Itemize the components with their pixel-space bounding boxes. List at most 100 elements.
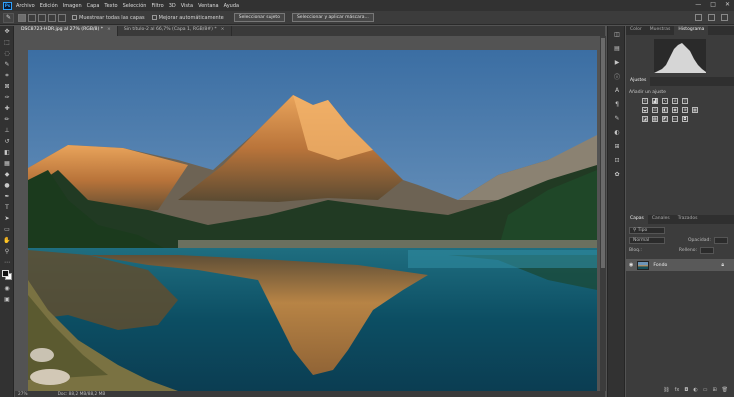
menu-ventana[interactable]: Ventana xyxy=(198,3,219,9)
levels-icon[interactable]: ▟ xyxy=(652,98,658,104)
scroll-thumb[interactable] xyxy=(601,38,605,268)
select-subject-button[interactable]: Seleccionar sujeto xyxy=(233,13,285,22)
eyedropper-tool-icon[interactable]: ✑ xyxy=(2,93,12,102)
gradient-tool-icon[interactable]: ▦ xyxy=(2,159,12,168)
menu-filtro[interactable]: Filtro xyxy=(151,3,163,9)
adjustments-icon[interactable]: ◐ xyxy=(612,128,622,137)
new-adjustment-icon[interactable]: ◐ xyxy=(693,387,697,393)
gradient-map-icon[interactable]: ▭ xyxy=(672,116,678,122)
tab-sin-titulo-2[interactable]: Sin título-2 al 66,7% (Capa 1, RGB/8#) *… xyxy=(117,26,232,36)
brush-settings-icon[interactable] xyxy=(48,13,56,22)
brush-tool-icon[interactable]: ✏ xyxy=(2,115,12,124)
menu-archivo[interactable]: Archivo xyxy=(16,3,35,9)
vibrance-icon[interactable]: ▽ xyxy=(682,98,688,104)
menu-capa[interactable]: Capa xyxy=(87,3,100,9)
paragraph-icon[interactable]: ¶ xyxy=(612,100,622,109)
opacity-input[interactable] xyxy=(713,237,728,244)
properties-icon[interactable]: ▤ xyxy=(612,44,622,53)
invert-icon[interactable]: ◪ xyxy=(642,116,648,122)
auto-enhance-checkbox[interactable]: Mejorar automáticamente xyxy=(151,15,224,21)
tab-ajustes[interactable]: Ajustes xyxy=(626,77,651,86)
tab-canales[interactable]: Canales xyxy=(648,215,674,224)
tab-dsc8723[interactable]: DSC8723-HDR.jpg al 27% (RGB/8) * × xyxy=(15,26,118,36)
add-mask-icon[interactable]: ◘ xyxy=(684,387,688,393)
tab-histograma[interactable]: Histograma xyxy=(674,26,709,35)
clone-stamp-icon[interactable]: ⊥ xyxy=(2,126,12,135)
menu-texto[interactable]: Texto xyxy=(104,3,117,9)
subtract-selection-icon[interactable] xyxy=(38,13,46,22)
document-canvas[interactable] xyxy=(28,50,597,391)
select-and-mask-button[interactable]: Seleccionar y aplicar máscara... xyxy=(291,13,374,22)
zoom-level[interactable]: 27% xyxy=(18,392,28,397)
channel-mixer-icon[interactable]: ⊕ xyxy=(682,107,688,113)
menu-edicion[interactable]: Edición xyxy=(40,3,58,9)
history-icon[interactable]: ◫ xyxy=(612,30,622,39)
menu-3d[interactable]: 3D xyxy=(169,3,176,9)
sample-all-layers-checkbox[interactable]: Muestrear todas las capas xyxy=(72,15,145,21)
crop-tool-icon[interactable]: ⌗ xyxy=(2,71,12,80)
type-icon[interactable]: A xyxy=(612,86,622,95)
add-selection-icon[interactable] xyxy=(28,13,36,22)
fx-icon[interactable]: fx xyxy=(675,387,680,393)
lasso-tool-icon[interactable]: ◌ xyxy=(2,49,12,58)
blur-tool-icon[interactable]: ◆ xyxy=(2,170,12,179)
move-tool-icon[interactable]: ✥ xyxy=(2,27,12,36)
type-tool-icon[interactable]: T xyxy=(2,203,12,212)
fill-input[interactable] xyxy=(700,247,714,254)
vertical-scrollbar[interactable] xyxy=(600,36,606,391)
new-selection-icon[interactable] xyxy=(18,13,26,22)
zoom-tool-icon[interactable]: ⚲ xyxy=(2,247,12,256)
quick-selection-tool-icon[interactable]: ✎ xyxy=(2,60,12,69)
close-tab-icon[interactable]: × xyxy=(221,27,225,32)
hand-tool-icon[interactable]: ✋ xyxy=(2,236,12,245)
brushes-icon[interactable]: ✎ xyxy=(612,114,622,123)
menu-ayuda[interactable]: Ayuda xyxy=(224,3,239,9)
tab-trazados[interactable]: Trazados xyxy=(674,215,702,224)
blend-mode-select[interactable]: Normal xyxy=(629,237,665,244)
eraser-tool-icon[interactable]: ◧ xyxy=(2,148,12,157)
screen-mode-icon[interactable]: ▣ xyxy=(2,295,12,304)
close-tab-icon[interactable]: × xyxy=(107,27,111,32)
healing-brush-icon[interactable]: ✚ xyxy=(2,104,12,113)
layer-filter-select[interactable]: ⚲ Tipo xyxy=(629,227,665,234)
layer-row-fondo[interactable]: ◉ Fondo 🔒︎ xyxy=(626,259,734,271)
tab-muestras[interactable]: Muestras xyxy=(646,26,675,35)
close-button[interactable]: ✕ xyxy=(725,1,730,8)
threshold-icon[interactable]: ◩ xyxy=(662,116,668,122)
glyphs-icon[interactable]: ⊡ xyxy=(612,156,622,165)
exposure-icon[interactable]: ± xyxy=(672,98,678,104)
workspace-icon[interactable] xyxy=(708,14,715,21)
more-tools-icon[interactable]: ⋯ xyxy=(2,258,12,267)
photo-filter-icon[interactable]: ◉ xyxy=(672,107,678,113)
color-lookup-icon[interactable]: ▦ xyxy=(692,107,698,113)
posterize-icon[interactable]: ▩ xyxy=(652,116,658,122)
marquee-tool-icon[interactable]: ⬚ xyxy=(2,38,12,47)
pen-tool-icon[interactable]: ✒ xyxy=(2,192,12,201)
menu-imagen[interactable]: Imagen xyxy=(63,3,82,9)
lock-icon[interactable]: 🔒︎ xyxy=(721,262,724,268)
frame-tool-icon[interactable]: ⊠ xyxy=(2,82,12,91)
history-brush-icon[interactable]: ↺ xyxy=(2,137,12,146)
dodge-tool-icon[interactable]: ● xyxy=(2,181,12,190)
curves-icon[interactable]: ∿ xyxy=(662,98,668,104)
new-group-icon[interactable]: ▭ xyxy=(703,387,708,393)
channels-icon[interactable]: ⊞ xyxy=(612,142,622,151)
cc-libraries-icon[interactable]: ✿ xyxy=(612,170,622,179)
rectangle-tool-icon[interactable]: ▭ xyxy=(2,225,12,234)
new-layer-icon[interactable]: ⊞ xyxy=(712,387,716,393)
menu-vista[interactable]: Vista xyxy=(181,3,193,9)
share-icon[interactable] xyxy=(721,14,728,21)
visibility-eye-icon[interactable]: ◉ xyxy=(629,262,633,268)
link-layers-icon[interactable]: ⛓ xyxy=(663,387,669,393)
tab-color[interactable]: Color xyxy=(626,26,646,35)
selective-color-icon[interactable]: ◘ xyxy=(682,116,688,122)
color-swatches[interactable] xyxy=(0,269,13,283)
path-selection-icon[interactable]: ➤ xyxy=(2,214,12,223)
play-icon[interactable]: ▶ xyxy=(612,58,622,67)
search-icon[interactable] xyxy=(695,14,702,21)
brightness-contrast-icon[interactable]: ☼ xyxy=(642,98,648,104)
angle-icon[interactable] xyxy=(58,13,66,22)
foreground-color[interactable] xyxy=(2,270,9,277)
quick-mask-icon[interactable]: ◉ xyxy=(2,284,12,293)
black-white-icon[interactable]: ◧ xyxy=(662,107,668,113)
